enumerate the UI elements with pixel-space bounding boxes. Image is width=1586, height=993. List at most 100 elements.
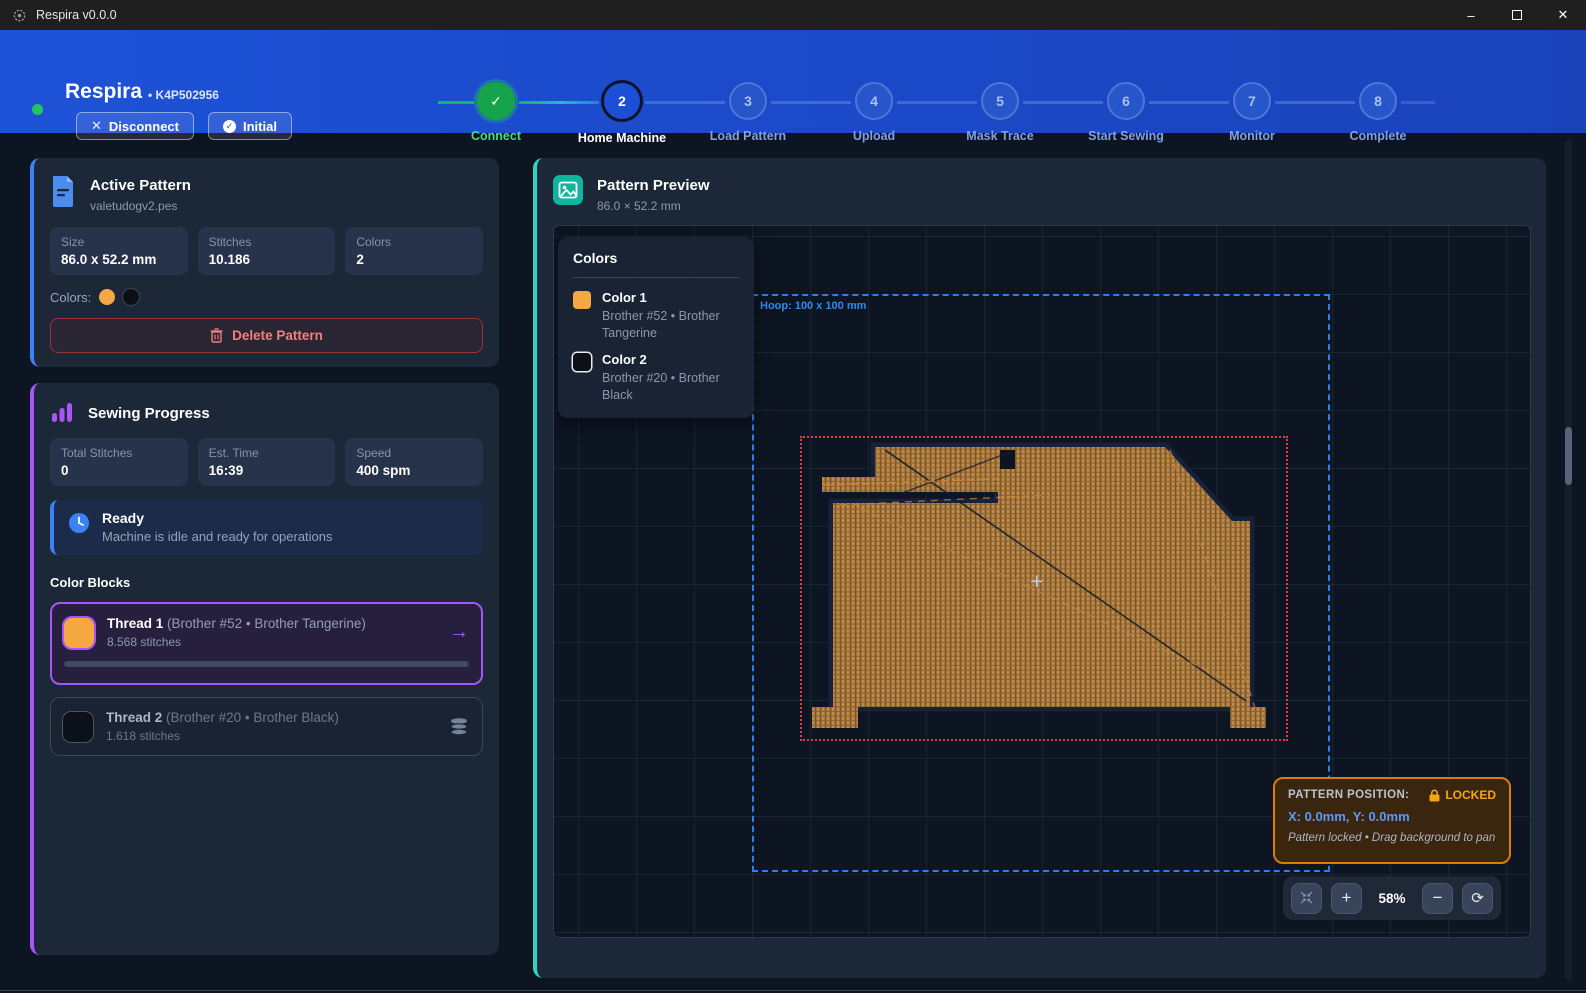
- thread2-stitches: 1.618 stitches: [106, 729, 339, 743]
- stat-est-time: Est. Time 16:39: [198, 438, 336, 486]
- stat-value: 2: [356, 252, 472, 267]
- image-icon: [553, 175, 583, 205]
- step-label: Complete: [1315, 129, 1441, 143]
- step-check-icon: ✓: [477, 82, 515, 120]
- step-number: 7: [1233, 82, 1271, 120]
- stat-label: Total Stitches: [61, 446, 177, 460]
- pattern-dimensions: 86.0 × 52.2 mm: [597, 199, 710, 213]
- close-button[interactable]: ✕: [1540, 0, 1586, 30]
- legend-entry-color1: Color 1 Brother #52 • Brother Tangerine: [573, 290, 739, 342]
- disconnect-label: Disconnect: [109, 119, 179, 134]
- thread2-name: Thread 2: [106, 710, 162, 725]
- thread1-detail: (Brother #52 • Brother Tangerine): [167, 616, 366, 631]
- legend-swatch-tangerine: [573, 291, 591, 309]
- machine-status-banner: Ready Machine is idle and ready for oper…: [50, 500, 483, 555]
- step-home-machine[interactable]: 2 Home Machine: [559, 82, 685, 145]
- step-label: Home Machine: [559, 131, 685, 145]
- thread1-swatch: [64, 618, 94, 648]
- thread2-swatch: [63, 712, 93, 742]
- thread-block-1[interactable]: Thread 1 (Brother #52 • Brother Tangerin…: [50, 602, 483, 685]
- brand-title: Respira: [65, 80, 142, 104]
- step-label: Connect: [433, 129, 559, 143]
- stat-value: 86.0 x 52.2 mm: [61, 252, 177, 267]
- position-coordinates: X: 0.0mm, Y: 0.0mm: [1288, 809, 1496, 824]
- step-upload[interactable]: 4 Upload: [811, 82, 937, 145]
- delete-pattern-button[interactable]: Delete Pattern: [50, 318, 483, 353]
- scrollbar-track[interactable]: [1565, 140, 1572, 980]
- zoom-level: 58%: [1371, 891, 1413, 906]
- maximize-button[interactable]: [1494, 0, 1540, 30]
- color-swatch-black: [123, 289, 139, 305]
- legend-color-name: Color 2: [602, 352, 739, 367]
- canvas-center-crosshair: +: [1030, 568, 1043, 595]
- step-number: 3: [729, 82, 767, 120]
- stat-label: Est. Time: [209, 446, 325, 460]
- position-hint: Pattern locked • Drag background to pan: [1288, 832, 1496, 844]
- stat-stitches: Stitches 10.186: [198, 227, 336, 275]
- bottom-divider: [0, 990, 1586, 991]
- legend-color-desc: Brother #20 • Brother Black: [602, 370, 739, 404]
- fit-view-button[interactable]: ↘↙↗↖: [1291, 883, 1322, 914]
- minimize-button[interactable]: –: [1448, 0, 1494, 30]
- scrollbar-thumb[interactable]: [1565, 427, 1572, 485]
- bar-chart-icon: [50, 400, 74, 424]
- embroidery-pattern[interactable]: [800, 436, 1288, 741]
- initial-button[interactable]: ✓ Initial: [208, 112, 292, 140]
- step-connect[interactable]: ✓ Connect: [433, 82, 559, 145]
- stat-speed: Speed 400 spm: [345, 438, 483, 486]
- stat-colors: Colors 2: [345, 227, 483, 275]
- step-number: 2: [601, 80, 643, 122]
- step-label: Start Sewing: [1063, 129, 1189, 143]
- zoom-out-button[interactable]: −: [1422, 883, 1453, 914]
- stat-label: Colors: [356, 235, 472, 249]
- legend-title: Colors: [573, 250, 739, 266]
- preview-canvas[interactable]: Hoop: 100 x 100 mm: [553, 225, 1531, 938]
- pattern-filename: valetudogv2.pes: [90, 199, 191, 213]
- connection-status-dot: [32, 104, 43, 115]
- step-mask-trace[interactable]: 5 Mask Trace: [937, 82, 1063, 145]
- status-title: Ready: [102, 510, 333, 526]
- stat-label: Speed: [356, 446, 472, 460]
- step-start-sewing[interactable]: 6 Start Sewing: [1063, 82, 1189, 145]
- stat-value: 16:39: [209, 463, 325, 478]
- step-monitor[interactable]: 7 Monitor: [1189, 82, 1315, 145]
- stat-total-stitches: Total Stitches 0: [50, 438, 188, 486]
- workflow-stepper: ✓ Connect 2 Home Machine 3 Load Pattern …: [433, 82, 1441, 145]
- step-complete[interactable]: 8 Complete: [1315, 82, 1441, 145]
- legend-color-desc: Brother #52 • Brother Tangerine: [602, 308, 739, 342]
- step-number: 5: [981, 82, 1019, 120]
- color-blocks-label: Color Blocks: [34, 555, 499, 590]
- sewing-progress-title: Sewing Progress: [88, 403, 210, 422]
- step-number: 4: [855, 82, 893, 120]
- initial-label: Initial: [243, 119, 277, 134]
- thread-block-2[interactable]: Thread 2 (Brother #20 • Brother Black) 1…: [50, 697, 483, 756]
- sewing-progress-card: Sewing Progress Total Stitches 0 Est. Ti…: [30, 383, 499, 955]
- stat-value: 0: [61, 463, 177, 478]
- pattern-position-overlay: PATTERN POSITION: LOCKED X: 0.0mm, Y: 0.…: [1273, 777, 1511, 864]
- pattern-preview-title: Pattern Preview: [597, 175, 710, 194]
- title-bar: Respira v0.0.0 – ✕: [0, 0, 1586, 30]
- trash-icon: [210, 328, 223, 343]
- delete-pattern-label: Delete Pattern: [232, 328, 323, 343]
- step-number: 8: [1359, 82, 1397, 120]
- file-icon: [50, 175, 76, 207]
- zoom-in-button[interactable]: +: [1331, 883, 1362, 914]
- step-number: 6: [1107, 82, 1145, 120]
- locked-badge: LOCKED: [1445, 788, 1496, 802]
- disconnect-button[interactable]: ✕ Disconnect: [76, 112, 194, 140]
- thread1-name: Thread 1: [107, 616, 163, 631]
- lock-icon: [1429, 789, 1440, 802]
- reset-view-button[interactable]: ⟳: [1462, 883, 1493, 914]
- color-swatch-tangerine: [99, 289, 115, 305]
- thread2-detail: (Brother #20 • Brother Black): [166, 710, 339, 725]
- step-label: Load Pattern: [685, 129, 811, 143]
- hoop-label: Hoop: 100 x 100 mm: [760, 300, 866, 312]
- stat-label: Size: [61, 235, 177, 249]
- stat-value: 400 spm: [356, 463, 472, 478]
- active-pattern-card: Active Pattern valetudogv2.pes Size 86.0…: [30, 158, 499, 367]
- step-label: Monitor: [1189, 129, 1315, 143]
- active-pattern-title: Active Pattern: [90, 175, 191, 194]
- step-label: Mask Trace: [937, 129, 1063, 143]
- arrow-right-icon: →: [449, 621, 469, 644]
- step-load-pattern[interactable]: 3 Load Pattern: [685, 82, 811, 145]
